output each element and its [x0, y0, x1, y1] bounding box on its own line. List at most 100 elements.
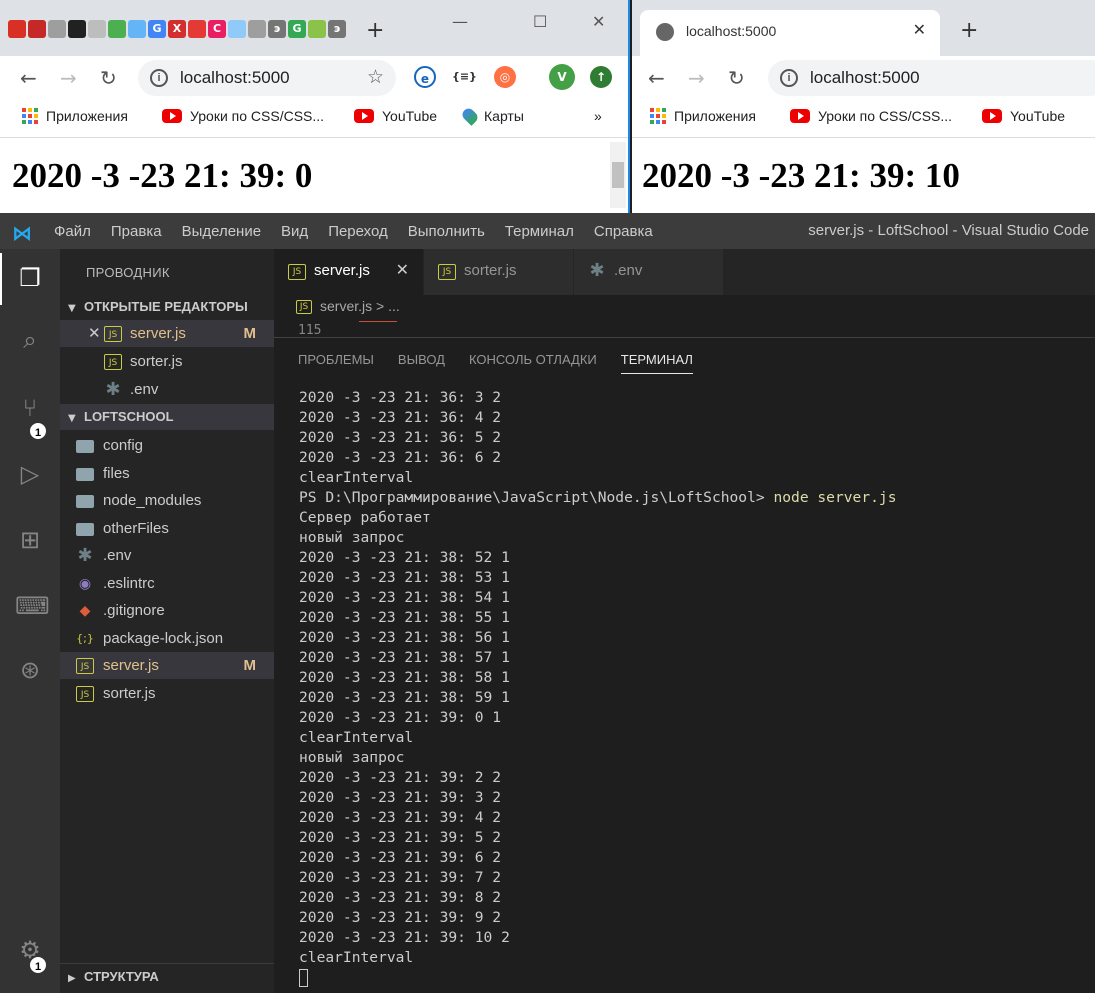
update-icon[interactable]: ↑	[590, 66, 612, 88]
favicon-android-icon[interactable]	[308, 20, 326, 38]
source-control-icon[interactable]: ⑂	[15, 393, 45, 423]
close-window-button[interactable]: ✕	[592, 12, 605, 31]
bookmark-youtube[interactable]: YouTube	[354, 108, 437, 124]
file-tree-item[interactable]: config	[60, 432, 274, 459]
favicon-doc-icon[interactable]	[48, 20, 66, 38]
back-button[interactable]: ←	[20, 66, 37, 90]
outline-header[interactable]: ▶ СТРУКТУРА	[60, 963, 274, 989]
address-bar[interactable]: i localhost:5000	[768, 60, 1095, 96]
panel-tab[interactable]: ВЫВОД	[398, 352, 445, 374]
favicon-dark-icon[interactable]	[68, 20, 86, 38]
open-editor-item[interactable]: ✕ JS server.js M	[60, 320, 274, 347]
favicon-green-icon[interactable]	[108, 20, 126, 38]
favicon-ex-icon[interactable]: э	[268, 20, 286, 38]
close-editor-icon[interactable]: ✕	[88, 320, 101, 347]
forward-button[interactable]: →	[60, 66, 77, 90]
bookmark-apps[interactable]: Приложения	[22, 108, 128, 124]
bookmark-css[interactable]: Уроки по CSS/CSS...	[790, 108, 952, 124]
bookmarks-more-button[interactable]: »	[594, 108, 602, 124]
open-editor-item[interactable]: JS sorter.js	[60, 348, 274, 375]
scrollbar-thumb[interactable]	[612, 162, 624, 188]
new-tab-button[interactable]: +	[366, 18, 384, 43]
menu-item[interactable]: Справка	[584, 223, 663, 240]
bookmark-maps[interactable]: Карты	[460, 106, 524, 126]
extension-lifebuoy-icon[interactable]: ◎	[494, 66, 516, 88]
address-bar[interactable]: i localhost:5000 ☆	[138, 60, 396, 96]
close-tab-icon[interactable]: ✕	[913, 20, 926, 39]
favicon-doc-icon[interactable]	[88, 20, 106, 38]
file-tree-item[interactable]: JS sorter.js	[60, 680, 274, 707]
terminal-line: 2020 -3 -23 21: 36: 3 2	[299, 389, 502, 406]
panel-tab[interactable]: ПРОБЛЕМЫ	[298, 352, 374, 374]
open-editor-item[interactable]: ✱ .env	[60, 376, 274, 403]
menu-item[interactable]: Файл	[44, 223, 101, 240]
file-tree-item[interactable]: ◆ .gitignore	[60, 597, 274, 624]
menu-item[interactable]: Выделение	[172, 223, 271, 240]
editor-tab[interactable]: ✱ .env	[574, 249, 724, 295]
file-tree-item[interactable]: ✱ .env	[60, 542, 274, 569]
run-debug-icon[interactable]: ▷	[15, 459, 45, 489]
favicon-x-icon[interactable]: X	[168, 20, 186, 38]
back-button[interactable]: ←	[648, 66, 665, 90]
favicon-blue-icon[interactable]	[228, 20, 246, 38]
menu-item[interactable]: Выполнить	[398, 223, 495, 240]
terminal-line: 2020 -3 -23 21: 39: 5 2	[299, 829, 502, 846]
chevron-down-icon: ▼	[68, 413, 76, 424]
bookmark-css[interactable]: Уроки по CSS/CSS...	[162, 108, 324, 124]
bookmark-apps[interactable]: Приложения	[650, 108, 756, 124]
bookmark-youtube[interactable]: YouTube	[982, 108, 1065, 124]
editor-tab[interactable]: JS sorter.js	[424, 249, 574, 295]
git-graph-icon[interactable]: ⊛	[15, 655, 45, 685]
forward-button[interactable]: →	[688, 66, 705, 90]
bookmarks-bar: Приложения Уроки по CSS/CSS... YouTube	[632, 100, 1095, 138]
page-scrollbar[interactable]	[610, 142, 626, 208]
file-tree-item[interactable]: node_modules	[60, 487, 274, 514]
extension-json-icon[interactable]: {≡}	[452, 66, 477, 88]
menu-item[interactable]: Терминал	[495, 223, 584, 240]
explorer-icon[interactable]: ❐	[15, 263, 45, 293]
favicon-red-icon[interactable]	[28, 20, 46, 38]
info-icon[interactable]: i	[780, 69, 798, 87]
profile-avatar[interactable]: V	[549, 64, 575, 90]
menu-item[interactable]: Вид	[271, 223, 318, 240]
panel-tab[interactable]: ТЕРМИНАЛ	[620, 352, 693, 374]
favicon-c-icon[interactable]: C	[208, 20, 226, 38]
breadcrumb[interactable]: JS server.js > ...	[274, 295, 1095, 321]
reload-button[interactable]: ↻	[728, 66, 745, 90]
menu-item[interactable]: Переход	[318, 223, 398, 240]
project-header[interactable]: ▼ LOFTSCHOOL	[60, 404, 274, 430]
search-icon[interactable]: ⌕	[15, 325, 45, 355]
open-editors-header[interactable]: ▼ ОТКРЫТЫЕ РЕДАКТОРЫ	[60, 294, 274, 320]
favicon-doc-icon[interactable]	[248, 20, 266, 38]
tab-localhost[interactable]: localhost:5000 ✕	[640, 10, 940, 56]
file-tree-item[interactable]: files	[60, 460, 274, 487]
terminal-line: 2020 -3 -23 21: 39: 3 2	[299, 789, 502, 806]
file-label: node_modules	[103, 492, 202, 509]
file-tree-item[interactable]: ◉ .eslintrc	[60, 570, 274, 597]
favicon-blue-icon[interactable]	[128, 20, 146, 38]
favicon-youtube-icon[interactable]	[188, 20, 206, 38]
menu-item[interactable]: Правка	[101, 223, 172, 240]
folder-icon	[76, 440, 94, 453]
new-tab-button[interactable]: +	[960, 18, 978, 43]
remote-terminal-icon[interactable]: ⌨	[15, 591, 50, 621]
favicon-red-icon[interactable]	[8, 20, 26, 38]
panel-tab[interactable]: КОНСОЛЬ ОТЛАДКИ	[469, 352, 597, 374]
minimize-button[interactable]: —	[452, 12, 468, 31]
star-icon[interactable]: ☆	[367, 66, 384, 88]
file-tree-item[interactable]: JS server.js M	[60, 652, 274, 679]
close-tab-icon[interactable]: ✕	[396, 260, 409, 279]
info-icon[interactable]: i	[150, 69, 168, 87]
favicon-google-icon[interactable]: G	[148, 20, 166, 38]
extension-e-icon[interactable]: e	[414, 66, 436, 88]
file-tree-item[interactable]: otherFiles	[60, 515, 274, 542]
maximize-button[interactable]: ☐	[533, 12, 547, 31]
editor-tab[interactable]: JS server.js ✕	[274, 249, 424, 295]
terminal-output[interactable]: 2020 -3 -23 21: 36: 3 2 2020 -3 -23 21: 3…	[299, 388, 1095, 993]
extensions-icon[interactable]: ⊞	[15, 525, 45, 555]
favicon-ex-icon[interactable]: э	[328, 20, 346, 38]
reload-button[interactable]: ↻	[100, 66, 117, 90]
favicon-google-icon[interactable]: G	[288, 20, 306, 38]
title-bar: ⋈ Файл Правка Выделение Вид Переход Выполнить…	[0, 213, 1095, 249]
file-tree-item[interactable]: {;} package-lock.json	[60, 625, 274, 652]
